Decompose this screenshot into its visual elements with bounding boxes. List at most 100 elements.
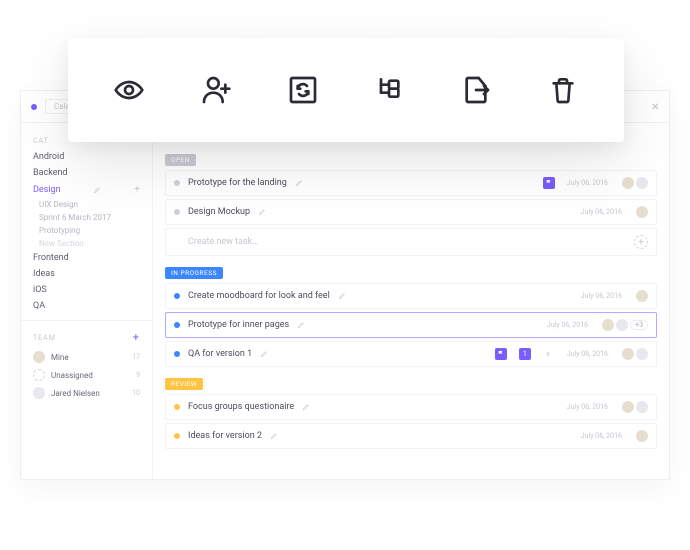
status-dot-icon: [174, 351, 180, 357]
sidebar-subitem[interactable]: New Section: [21, 237, 152, 250]
assignees[interactable]: [622, 177, 648, 189]
team-name: Jared Nielsen: [51, 389, 100, 398]
more-assignees[interactable]: +3: [630, 320, 648, 330]
task-row[interactable]: Prototype for the landingJuly 06, 2016: [165, 170, 657, 196]
assignees[interactable]: [622, 401, 648, 413]
team-item[interactable]: Jared Nielsen 10: [21, 384, 152, 402]
sidebar-item-design[interactable]: Design+: [21, 181, 152, 198]
team-count: 10: [132, 389, 140, 397]
assignees[interactable]: +3: [602, 319, 648, 331]
sidebar-item-ios[interactable]: iOS: [21, 282, 152, 298]
subtasks-icon[interactable]: [365, 66, 413, 114]
pencil-icon: [297, 321, 305, 329]
status-dot-icon: [174, 180, 180, 186]
section-label[interactable]: REVIEW: [165, 378, 203, 390]
sidebar-subitem[interactable]: Sprint 6 March 2017: [21, 211, 152, 224]
pencil-icon: [338, 292, 346, 300]
action-popover: [68, 38, 624, 142]
task-title: Ideas for version 2: [188, 431, 262, 441]
add-team-icon[interactable]: +: [133, 331, 140, 344]
avatar: [636, 401, 648, 413]
avatar: [622, 348, 634, 360]
team-item[interactable]: Mine 17: [21, 348, 152, 366]
task-title: Focus groups questionaire: [188, 402, 294, 412]
task-date: July 06, 2016: [567, 403, 608, 411]
pencil-icon: [93, 186, 101, 194]
task-date: July 06, 2016: [581, 292, 622, 300]
task-title: Prototype for the landing: [188, 178, 287, 188]
avatar: [602, 319, 614, 331]
export-icon[interactable]: [452, 66, 500, 114]
section-label[interactable]: IN PROGRESS: [165, 267, 223, 279]
avatar: [636, 206, 648, 218]
assignees[interactable]: [622, 348, 648, 360]
subtasks-mini-icon: [543, 348, 555, 360]
sidebar-item-qa[interactable]: QA: [21, 298, 152, 314]
trash-icon[interactable]: [539, 66, 587, 114]
task-row[interactable]: Focus groups questionaire July 06, 2016: [165, 394, 657, 420]
assignees[interactable]: [636, 430, 648, 442]
task-title: Prototype for inner pages: [188, 320, 289, 330]
sidebar-item-backend[interactable]: Backend: [21, 165, 152, 181]
avatar: [636, 348, 648, 360]
task-date: July 06, 2016: [581, 432, 622, 440]
eye-icon[interactable]: [105, 66, 153, 114]
sidebar-item-frontend[interactable]: Frontend: [21, 250, 152, 266]
assignees[interactable]: [636, 290, 648, 302]
status-dot-icon: [174, 433, 180, 439]
create-task-input[interactable]: Create new task…+: [165, 228, 657, 256]
avatar: [33, 351, 45, 363]
sidebar-item-android[interactable]: Android: [21, 149, 152, 165]
task-main: UPDATED ⇅ ASSIGNEE OPENPrototype for the…: [153, 123, 669, 479]
sidebar-item-ideas[interactable]: Ideas: [21, 266, 152, 282]
pencil-icon: [260, 350, 268, 358]
sidebar-subitem[interactable]: Prototyping: [21, 224, 152, 237]
avatar: [33, 369, 45, 381]
pencil-icon: [258, 208, 266, 216]
team-name: Unassigned: [51, 371, 93, 380]
task-date: July 06, 2016: [547, 321, 588, 329]
avatar: [616, 319, 628, 331]
avatar: [622, 177, 634, 189]
task-row[interactable]: Ideas for version 2 July 06, 2016: [165, 423, 657, 449]
team-item[interactable]: Unassigned 9: [21, 366, 152, 384]
task-row[interactable]: QA for version 1 1 July 06, 2016: [165, 341, 657, 367]
status-dot-icon: [174, 293, 180, 299]
team-name: Mine: [51, 353, 69, 362]
sidebar-heading-team: TEAM +: [21, 327, 152, 348]
status-dot-icon: [174, 404, 180, 410]
task-row[interactable]: Create moodboard for look and feel July 0…: [165, 283, 657, 309]
flag-icon: [543, 177, 555, 189]
team-count: 9: [136, 371, 140, 379]
section-label[interactable]: OPEN: [165, 154, 196, 166]
task-row[interactable]: Design MockupJuly 06, 2016: [165, 199, 657, 225]
flag-icon: [495, 348, 507, 360]
team-count: 17: [132, 353, 140, 361]
expand-icon[interactable]: +: [134, 184, 140, 195]
task-title: Design Mockup: [188, 207, 250, 217]
avatar: [636, 430, 648, 442]
pencil-icon: [270, 432, 278, 440]
refresh-panel-icon[interactable]: [279, 66, 327, 114]
status-dot-icon: [174, 322, 180, 328]
avatar: [622, 401, 634, 413]
close-icon[interactable]: ×: [652, 99, 659, 115]
avatar: [636, 177, 648, 189]
add-icon[interactable]: +: [634, 235, 648, 249]
sidebar-subitem[interactable]: UIX Design: [21, 198, 152, 211]
app-window: Cale × CAT AndroidBackendDesign+UIX Desi…: [20, 90, 670, 480]
count-chip: 1: [519, 348, 531, 360]
task-title: QA for version 1: [188, 349, 252, 359]
task-title: Create moodboard for look and feel: [188, 291, 330, 301]
sidebar: CAT AndroidBackendDesign+UIX DesignSprin…: [21, 123, 153, 479]
assignees[interactable]: [636, 206, 648, 218]
pencil-icon: [302, 403, 310, 411]
pencil-icon: [295, 179, 303, 187]
status-dot-icon: [174, 209, 180, 215]
avatar: [33, 387, 45, 399]
task-row[interactable]: Prototype for inner pages July 06, 2016 +3: [165, 312, 657, 338]
task-date: July 06, 2016: [567, 350, 608, 358]
add-user-icon[interactable]: [192, 66, 240, 114]
brand-dot-icon: [31, 104, 37, 110]
avatar: [636, 290, 648, 302]
